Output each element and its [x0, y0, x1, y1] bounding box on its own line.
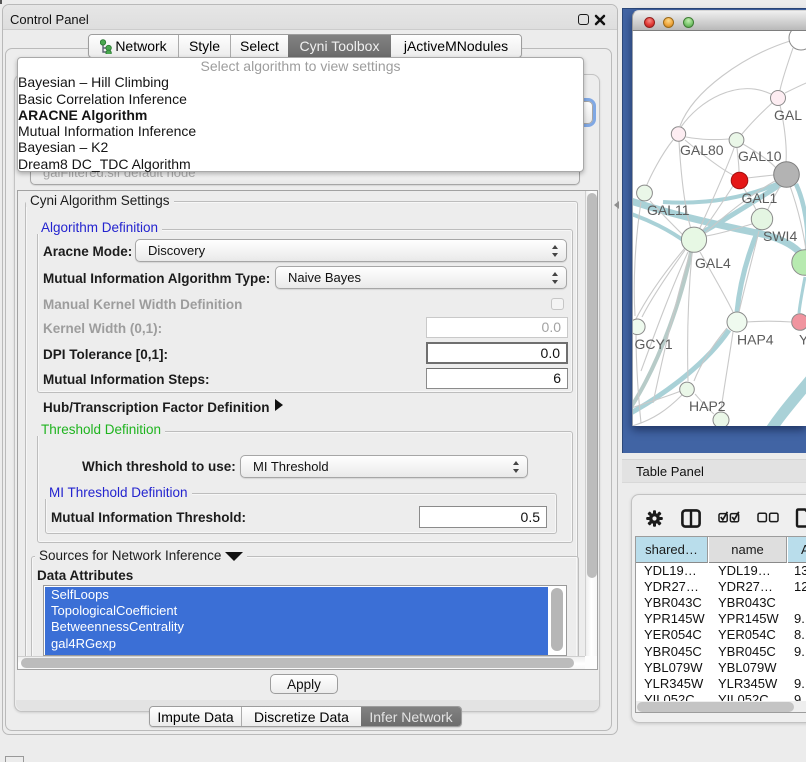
svg-text:GAL80: GAL80	[680, 142, 724, 158]
svg-text:Y: Y	[799, 332, 806, 348]
svg-text:SWI4: SWI4	[763, 228, 797, 244]
svg-text:GAL10: GAL10	[738, 148, 782, 164]
svg-text:HAP2: HAP2	[689, 398, 726, 414]
svg-text:GAL1: GAL1	[742, 190, 778, 206]
svg-text:GAL11: GAL11	[647, 202, 690, 218]
svg-text:GCY1: GCY1	[635, 336, 673, 352]
svg-text:HAP4: HAP4	[737, 332, 774, 348]
svg-text:GAL: GAL	[774, 107, 802, 123]
svg-text:GAL4: GAL4	[695, 255, 731, 271]
